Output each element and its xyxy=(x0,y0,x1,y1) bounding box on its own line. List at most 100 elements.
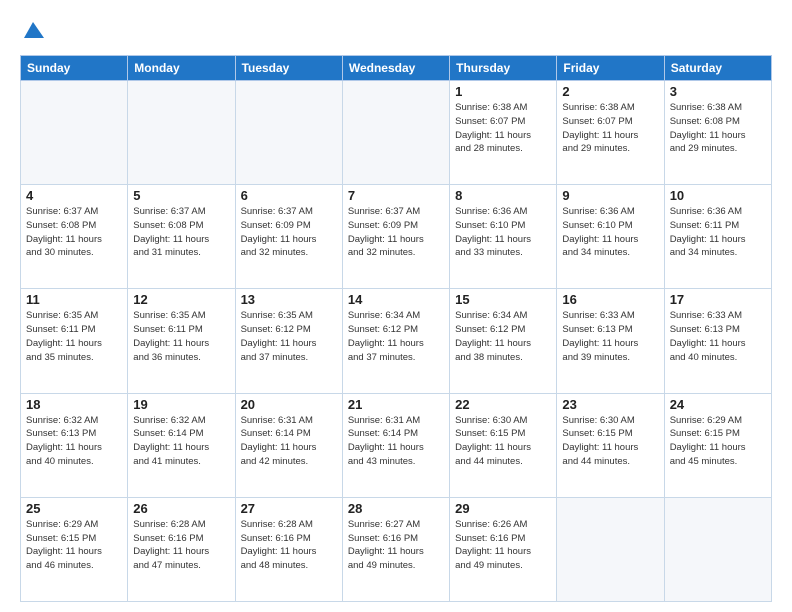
calendar-week-row: 11 Sunrise: 6:35 AM Sunset: 6:11 PM Dayli… xyxy=(21,289,772,393)
calendar-day-cell: 25 Sunrise: 6:29 AM Sunset: 6:15 PM Dayli… xyxy=(21,497,128,601)
page-header xyxy=(20,16,772,47)
calendar-day-cell: 6Sunrise: 6:37 AM Sunset: 6:09 PM Daylig… xyxy=(235,185,342,289)
day-info: Sunrise: 6:31 AM Sunset: 6:14 PM Dayligh… xyxy=(348,414,444,469)
day-info: Sunrise: 6:29 AM Sunset: 6:15 PM Dayligh… xyxy=(26,518,122,573)
calendar-day-cell: 9 Sunrise: 6:36 AM Sunset: 6:10 PM Daylig… xyxy=(557,185,664,289)
day-number: 11 xyxy=(26,292,122,307)
calendar-day-cell: 8 Sunrise: 6:36 AM Sunset: 6:10 PM Daylig… xyxy=(450,185,557,289)
calendar-day-cell: 15 Sunrise: 6:34 AM Sunset: 6:12 PM Dayli… xyxy=(450,289,557,393)
weekday-header-thursday: Thursday xyxy=(450,56,557,81)
day-info: Sunrise: 6:28 AM Sunset: 6:16 PM Dayligh… xyxy=(241,518,337,573)
day-number: 17 xyxy=(670,292,766,307)
day-number: 26 xyxy=(133,501,229,516)
day-number: 9 xyxy=(562,188,658,203)
day-number: 28 xyxy=(348,501,444,516)
calendar-day-cell: 1 Sunrise: 6:38 AM Sunset: 6:07 PM Daylig… xyxy=(450,81,557,185)
calendar-day-cell xyxy=(557,497,664,601)
day-info: Sunrise: 6:36 AM Sunset: 6:10 PM Dayligh… xyxy=(562,205,658,260)
day-number: 14 xyxy=(348,292,444,307)
calendar-day-cell: 3 Sunrise: 6:38 AM Sunset: 6:08 PM Daylig… xyxy=(664,81,771,185)
calendar-day-cell: 12 Sunrise: 6:35 AM Sunset: 6:11 PM Dayli… xyxy=(128,289,235,393)
day-number: 27 xyxy=(241,501,337,516)
calendar-day-cell: 24 Sunrise: 6:29 AM Sunset: 6:15 PM Dayli… xyxy=(664,393,771,497)
day-info: Sunrise: 6:32 AM Sunset: 6:14 PM Dayligh… xyxy=(133,414,229,469)
day-info: Sunrise: 6:33 AM Sunset: 6:13 PM Dayligh… xyxy=(670,309,766,364)
day-info: Sunrise: 6:34 AM Sunset: 6:12 PM Dayligh… xyxy=(348,309,444,364)
day-number: 1 xyxy=(455,84,551,99)
day-info: Sunrise: 6:31 AM Sunset: 6:14 PM Dayligh… xyxy=(241,414,337,469)
day-info: Sunrise: 6:32 AM Sunset: 6:13 PM Dayligh… xyxy=(26,414,122,469)
calendar-day-cell xyxy=(342,81,449,185)
day-info: Sunrise: 6:37 AM Sunset: 6:08 PM Dayligh… xyxy=(133,205,229,260)
calendar-day-cell: 19 Sunrise: 6:32 AM Sunset: 6:14 PM Dayli… xyxy=(128,393,235,497)
day-info: Sunrise: 6:33 AM Sunset: 6:13 PM Dayligh… xyxy=(562,309,658,364)
calendar-week-row: 18 Sunrise: 6:32 AM Sunset: 6:13 PM Dayli… xyxy=(21,393,772,497)
day-info: Sunrise: 6:37 AM Sunset: 6:08 PM Dayligh… xyxy=(26,205,122,260)
day-number: 21 xyxy=(348,397,444,412)
weekday-header-row: SundayMondayTuesdayWednesdayThursdayFrid… xyxy=(21,56,772,81)
day-info: Sunrise: 6:34 AM Sunset: 6:12 PM Dayligh… xyxy=(455,309,551,364)
day-number: 18 xyxy=(26,397,122,412)
day-number: 19 xyxy=(133,397,229,412)
calendar-day-cell: 5Sunrise: 6:37 AM Sunset: 6:08 PM Daylig… xyxy=(128,185,235,289)
weekday-header-friday: Friday xyxy=(557,56,664,81)
day-number: 2 xyxy=(562,84,658,99)
day-number: 15 xyxy=(455,292,551,307)
day-number: 10 xyxy=(670,188,766,203)
day-info: Sunrise: 6:38 AM Sunset: 6:07 PM Dayligh… xyxy=(455,101,551,156)
day-number: 20 xyxy=(241,397,337,412)
calendar-week-row: 1 Sunrise: 6:38 AM Sunset: 6:07 PM Daylig… xyxy=(21,81,772,185)
day-info: Sunrise: 6:36 AM Sunset: 6:10 PM Dayligh… xyxy=(455,205,551,260)
calendar-day-cell xyxy=(128,81,235,185)
logo-icon xyxy=(22,20,44,42)
day-info: Sunrise: 6:26 AM Sunset: 6:16 PM Dayligh… xyxy=(455,518,551,573)
day-number: 23 xyxy=(562,397,658,412)
calendar-day-cell: 13 Sunrise: 6:35 AM Sunset: 6:12 PM Dayli… xyxy=(235,289,342,393)
day-number: 24 xyxy=(670,397,766,412)
day-info: Sunrise: 6:30 AM Sunset: 6:15 PM Dayligh… xyxy=(455,414,551,469)
calendar-day-cell: 22Sunrise: 6:30 AM Sunset: 6:15 PM Dayli… xyxy=(450,393,557,497)
day-number: 25 xyxy=(26,501,122,516)
calendar-day-cell: 27 Sunrise: 6:28 AM Sunset: 6:16 PM Dayli… xyxy=(235,497,342,601)
calendar-day-cell: 20 Sunrise: 6:31 AM Sunset: 6:14 PM Dayli… xyxy=(235,393,342,497)
weekday-header-monday: Monday xyxy=(128,56,235,81)
day-info: Sunrise: 6:30 AM Sunset: 6:15 PM Dayligh… xyxy=(562,414,658,469)
day-info: Sunrise: 6:28 AM Sunset: 6:16 PM Dayligh… xyxy=(133,518,229,573)
calendar-day-cell: 26 Sunrise: 6:28 AM Sunset: 6:16 PM Dayli… xyxy=(128,497,235,601)
day-number: 7 xyxy=(348,188,444,203)
calendar-day-cell: 21 Sunrise: 6:31 AM Sunset: 6:14 PM Dayli… xyxy=(342,393,449,497)
weekday-header-wednesday: Wednesday xyxy=(342,56,449,81)
weekday-header-sunday: Sunday xyxy=(21,56,128,81)
calendar-day-cell: 28 Sunrise: 6:27 AM Sunset: 6:16 PM Dayli… xyxy=(342,497,449,601)
day-info: Sunrise: 6:35 AM Sunset: 6:12 PM Dayligh… xyxy=(241,309,337,364)
day-number: 8 xyxy=(455,188,551,203)
calendar-day-cell: 23 Sunrise: 6:30 AM Sunset: 6:15 PM Dayli… xyxy=(557,393,664,497)
day-info: Sunrise: 6:35 AM Sunset: 6:11 PM Dayligh… xyxy=(26,309,122,364)
calendar-day-cell xyxy=(235,81,342,185)
day-info: Sunrise: 6:37 AM Sunset: 6:09 PM Dayligh… xyxy=(241,205,337,260)
day-info: Sunrise: 6:36 AM Sunset: 6:11 PM Dayligh… xyxy=(670,205,766,260)
weekday-header-saturday: Saturday xyxy=(664,56,771,81)
calendar-day-cell: 4Sunrise: 6:37 AM Sunset: 6:08 PM Daylig… xyxy=(21,185,128,289)
day-number: 12 xyxy=(133,292,229,307)
day-info: Sunrise: 6:38 AM Sunset: 6:08 PM Dayligh… xyxy=(670,101,766,156)
calendar-day-cell: 11 Sunrise: 6:35 AM Sunset: 6:11 PM Dayli… xyxy=(21,289,128,393)
calendar-day-cell: 17 Sunrise: 6:33 AM Sunset: 6:13 PM Dayli… xyxy=(664,289,771,393)
calendar-day-cell: 14 Sunrise: 6:34 AM Sunset: 6:12 PM Dayli… xyxy=(342,289,449,393)
calendar-day-cell xyxy=(21,81,128,185)
calendar-week-row: 25 Sunrise: 6:29 AM Sunset: 6:15 PM Dayli… xyxy=(21,497,772,601)
calendar-week-row: 4Sunrise: 6:37 AM Sunset: 6:08 PM Daylig… xyxy=(21,185,772,289)
day-info: Sunrise: 6:29 AM Sunset: 6:15 PM Dayligh… xyxy=(670,414,766,469)
weekday-header-tuesday: Tuesday xyxy=(235,56,342,81)
calendar-day-cell: 16Sunrise: 6:33 AM Sunset: 6:13 PM Dayli… xyxy=(557,289,664,393)
calendar-day-cell: 29Sunrise: 6:26 AM Sunset: 6:16 PM Dayli… xyxy=(450,497,557,601)
day-info: Sunrise: 6:27 AM Sunset: 6:16 PM Dayligh… xyxy=(348,518,444,573)
calendar-day-cell: 2Sunrise: 6:38 AM Sunset: 6:07 PM Daylig… xyxy=(557,81,664,185)
calendar-day-cell xyxy=(664,497,771,601)
calendar-day-cell: 18 Sunrise: 6:32 AM Sunset: 6:13 PM Dayli… xyxy=(21,393,128,497)
calendar-day-cell: 7Sunrise: 6:37 AM Sunset: 6:09 PM Daylig… xyxy=(342,185,449,289)
day-number: 3 xyxy=(670,84,766,99)
day-info: Sunrise: 6:35 AM Sunset: 6:11 PM Dayligh… xyxy=(133,309,229,364)
calendar-table: SundayMondayTuesdayWednesdayThursdayFrid… xyxy=(20,55,772,602)
day-number: 13 xyxy=(241,292,337,307)
